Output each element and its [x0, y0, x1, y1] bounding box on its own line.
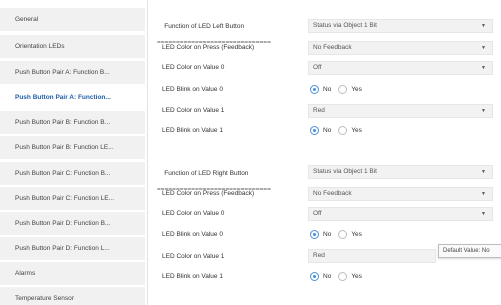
- radio-no[interactable]: [310, 229, 319, 239]
- radio-label-no: No: [323, 272, 332, 280]
- section-title-right-button: Function of LED Right Button ===========…: [157, 162, 271, 210]
- sidebar-item-pair-d-function-led[interactable]: Push Button Pair D: Function L...: [0, 237, 145, 260]
- right-press-color-label: LED Color on Press (Feedback): [162, 190, 255, 197]
- right-color0-label: LED Color on Value 0: [162, 210, 225, 217]
- radio-yes[interactable]: [338, 125, 348, 135]
- select-value: Status via Object 1 Bit: [313, 168, 377, 175]
- sidebar-item-pair-c-function-button[interactable]: Push Button Pair C: Function B...: [0, 162, 145, 185]
- sidebar-item-pair-a-function-button[interactable]: Push Button Pair A: Function B...: [0, 61, 145, 84]
- left-blink1-radio-group: No Yes: [310, 124, 369, 136]
- left-color0-select[interactable]: Off ▼: [308, 61, 493, 75]
- select-value: No Feedback: [313, 190, 352, 197]
- radio-label-yes: Yes: [351, 272, 362, 280]
- right-color0-select[interactable]: Off ▼: [308, 207, 493, 221]
- left-blink1-label: LED Blink on Value 1: [162, 127, 223, 134]
- radio-no[interactable]: [310, 84, 319, 94]
- right-function-select[interactable]: Status via Object 1 Bit ▼: [308, 165, 493, 179]
- right-color1-label: LED Color on Value 1: [162, 253, 225, 260]
- select-value: Red: [313, 107, 325, 114]
- left-color1-label: LED Color on Value 1: [162, 107, 225, 114]
- left-color1-select[interactable]: Red ▼: [308, 104, 493, 118]
- radio-yes[interactable]: [338, 271, 348, 281]
- radio-label-yes: Yes: [351, 126, 362, 134]
- section-title-left-button: Function of LED Left Button ============…: [157, 15, 271, 63]
- right-blink0-radio-group: No Yes: [310, 228, 369, 240]
- right-color1-field[interactable]: Red: [308, 249, 436, 263]
- left-blink0-radio-group: No Yes: [310, 83, 369, 95]
- radio-label-no: No: [323, 126, 332, 134]
- main-panel: Function of LED Left Button ============…: [148, 0, 501, 305]
- radio-label-no: No: [323, 230, 332, 238]
- chevron-down-icon: ▼: [481, 23, 486, 29]
- radio-no[interactable]: [310, 125, 319, 135]
- radio-label-yes: Yes: [351, 85, 362, 93]
- radio-yes[interactable]: [338, 229, 348, 239]
- radio-label-no: No: [323, 85, 332, 93]
- chevron-down-icon: ▼: [481, 169, 486, 175]
- sidebar-item-general[interactable]: General: [0, 8, 145, 31]
- section-title-text: Function of LED Right Button: [164, 170, 249, 177]
- select-value: Off: [313, 210, 322, 217]
- left-press-color-label: LED Color on Press (Feedback): [162, 44, 255, 51]
- right-blink1-radio-group: No Yes: [310, 270, 369, 282]
- default-value-tooltip: Default Value: No: [438, 244, 501, 258]
- chevron-down-icon: ▼: [481, 65, 486, 71]
- radio-label-yes: Yes: [351, 230, 362, 238]
- left-press-color-select[interactable]: No Feedback ▼: [308, 41, 493, 55]
- sidebar-item-pair-b-function-button[interactable]: Push Button Pair B: Function B...: [0, 111, 145, 134]
- sidebar-item-pair-a-function-led[interactable]: Push Button Pair A: Function...: [0, 86, 145, 109]
- chevron-down-icon: ▼: [481, 211, 486, 217]
- sidebar-item-alarms[interactable]: Alarms: [0, 262, 145, 285]
- chevron-down-icon: ▼: [481, 191, 486, 197]
- select-value: Off: [313, 64, 322, 71]
- sidebar: General Orientation LEDs Push Button Pai…: [0, 0, 148, 305]
- chevron-down-icon: ▼: [481, 108, 486, 114]
- right-press-color-select[interactable]: No Feedback ▼: [308, 187, 493, 201]
- sidebar-item-pair-d-function-button[interactable]: Push Button Pair D: Function B...: [0, 212, 145, 235]
- select-value: No Feedback: [313, 44, 352, 51]
- left-color0-label: LED Color on Value 0: [162, 64, 225, 71]
- sidebar-item-temperature-sensor[interactable]: Temperature Sensor: [0, 287, 145, 305]
- sidebar-item-pair-b-function-led[interactable]: Push Button Pair B: Function LE...: [0, 136, 145, 159]
- right-blink1-label: LED Blink on Value 1: [162, 273, 223, 280]
- sidebar-item-orientation-leds[interactable]: Orientation LEDs: [0, 35, 145, 58]
- radio-yes[interactable]: [338, 84, 348, 94]
- select-value: Status via Object 1 Bit: [313, 22, 377, 29]
- radio-no[interactable]: [310, 271, 319, 281]
- left-function-select[interactable]: Status via Object 1 Bit ▼: [308, 19, 493, 33]
- right-blink0-label: LED Blink on Value 0: [162, 231, 223, 238]
- field-value: Red: [313, 252, 325, 259]
- section-title-text: Function of LED Left Button: [164, 23, 245, 30]
- sidebar-item-pair-c-function-led[interactable]: Push Button Pair C: Function LE...: [0, 187, 145, 210]
- chevron-down-icon: ▼: [481, 45, 486, 51]
- left-blink0-label: LED Blink on Value 0: [162, 86, 223, 93]
